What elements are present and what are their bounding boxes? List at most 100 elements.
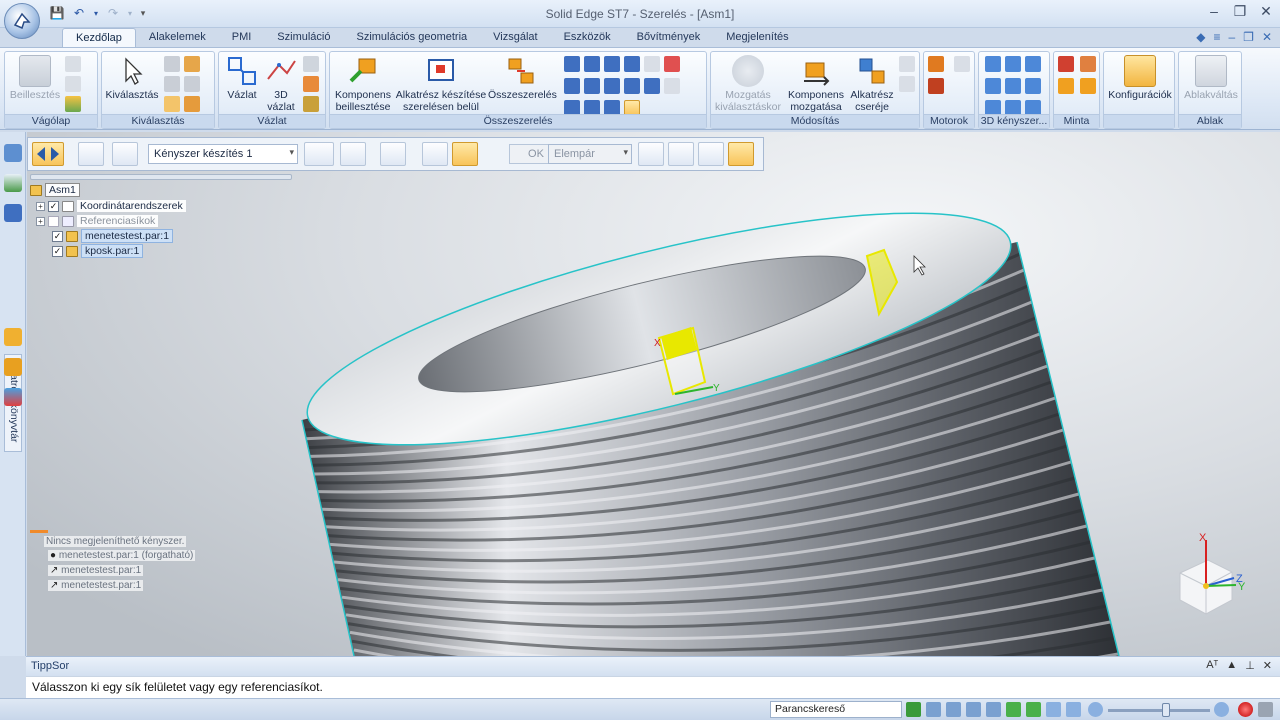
axial-align-icon[interactable] [604,56,620,72]
sketch-tool-1-icon[interactable] [303,56,319,72]
relation-3-icon[interactable] [1025,56,1041,72]
help-diamond-icon[interactable]: ◆ [1196,30,1205,44]
assemble-button[interactable]: Összeszerelés [488,55,557,101]
relationship-type-button[interactable] [32,142,64,166]
create-in-place-button[interactable]: Alkatrész készítése szerelésen belül [394,55,488,113]
face-select-button[interactable] [112,142,138,166]
sensors-tab-icon[interactable] [4,388,22,406]
record-icon[interactable] [1238,702,1253,717]
tangent-icon[interactable] [604,78,620,94]
insert-icon[interactable] [624,56,640,72]
tab-pmi[interactable]: PMI [219,28,265,48]
select-button[interactable]: Kiválasztás [104,55,160,101]
pattern-icon[interactable] [1058,56,1074,72]
pane-splitter[interactable] [30,174,292,180]
restore-icon[interactable]: ❐ [1232,3,1248,20]
options-button[interactable] [340,142,366,166]
pan-icon[interactable] [986,702,1001,717]
switch-window-button[interactable]: Ablakváltás [1179,55,1243,101]
cut-icon[interactable] [65,56,81,72]
connect-icon[interactable] [564,78,580,94]
collapse-icon[interactable]: ▲ [1226,659,1237,672]
view-orient-icon[interactable] [1026,702,1041,717]
accept-button[interactable] [728,142,754,166]
relation-1-icon[interactable] [985,56,1001,72]
expand-icon[interactable]: + [36,201,45,211]
relationship-dropdown[interactable]: Kényszer készítés 1 ▾ [148,144,298,164]
paint-icon[interactable] [65,96,81,112]
tab-szimulacio[interactable]: Szimuláció [264,28,343,48]
part-select-button[interactable] [78,142,104,166]
font-size-icon[interactable]: Aᵀ [1206,659,1218,672]
visibility-checkbox[interactable] [48,215,59,227]
fit-icon[interactable] [966,702,981,717]
zoom-icon[interactable] [946,702,961,717]
tree-item-kposk[interactable]: ✓ kposk.par:1 [52,244,144,258]
copy-icon[interactable] [65,76,81,92]
select-arrow-small-icon[interactable] [164,96,180,112]
insert-component-button[interactable]: Komponens beillesztése [332,55,394,113]
select-part-icon[interactable] [184,56,200,72]
minimize-icon[interactable]: – [1206,3,1222,20]
threaded-cylinder-model[interactable]: Y X [27,132,1280,656]
relationship-item[interactable]: ● menetestest.par:1 (forgatható) [48,550,196,561]
status-menu-icon[interactable] [1258,702,1273,717]
visibility-checkbox[interactable]: ✓ [52,245,63,257]
application-button[interactable] [4,3,40,39]
tab-bovitmenyek[interactable]: Bővítmények [624,28,714,48]
place-part-button[interactable] [380,142,406,166]
view-cube-triad[interactable]: X Z Y [1170,528,1260,618]
select-target-step-button[interactable] [452,142,478,166]
go-icon[interactable] [906,702,921,717]
configurations-button[interactable]: Konfigurációk [1106,55,1174,101]
features-tab-icon[interactable] [4,204,22,222]
zoom-area-icon[interactable] [926,702,941,717]
select-box-icon[interactable] [164,76,180,92]
sketch3d-button[interactable]: 3D vázlat [263,55,299,113]
zoom-slider-track[interactable] [1108,709,1210,712]
sketch-tool-2-icon[interactable] [303,76,319,92]
tab-megjelenites[interactable]: Megjelenítés [713,28,801,48]
gear-relation-icon[interactable] [644,78,660,94]
flip-button[interactable] [638,142,664,166]
expand-icon[interactable]: + [36,216,45,226]
select-tools-tab-icon[interactable] [4,358,22,376]
zoom-in-icon[interactable] [1214,702,1229,717]
visibility-checkbox[interactable]: ✓ [48,200,59,212]
zoom-out-icon[interactable] [1088,702,1103,717]
shading-icon[interactable] [1066,702,1081,717]
relation-4-icon[interactable] [985,78,1001,94]
replace-part-button[interactable]: Alkatrész cseréje [849,55,895,113]
filter-icon[interactable] [164,56,180,72]
cam-icon[interactable] [624,78,640,94]
tab-szimulacios-geometria[interactable]: Szimulációs geometria [343,28,480,48]
options-icon[interactable]: ≡ [1213,30,1220,44]
parallel-icon[interactable] [664,56,680,72]
sketch-button[interactable]: Vázlat [221,55,263,101]
family-tab-icon[interactable] [4,328,22,346]
graphics-viewport[interactable]: Y X [27,132,1280,656]
rotate-icon[interactable] [1006,702,1021,717]
paste-button[interactable]: Beillesztés [9,55,61,101]
planar-align-icon[interactable] [584,56,600,72]
tab-kezdolap[interactable]: Kezdőlap [62,28,136,48]
zoom-slider-thumb[interactable] [1162,703,1170,717]
relationship-item[interactable]: ↗ menetestest.par:1 [48,565,144,576]
offset-type-button[interactable] [304,142,334,166]
tree-item-referenciasikok[interactable]: + Referenciasíkok [36,214,159,228]
tab-alakelemek[interactable]: Alakelemek [136,28,219,48]
relation-5-icon[interactable] [1005,78,1021,94]
layers-tab-icon[interactable] [4,174,22,192]
mate-icon[interactable] [564,56,580,72]
doc-restore-icon[interactable]: ❐ [1243,30,1254,44]
close-icon[interactable]: ✕ [1263,659,1272,672]
tree-item-koordinatarendszerek[interactable]: + ✓ Koordinátarendszerek [36,199,186,213]
angle-icon[interactable] [584,78,600,94]
construction-button[interactable] [698,142,724,166]
pathfinder-tab-icon[interactable] [4,144,22,162]
sketch-tool-3-icon[interactable] [303,96,319,112]
doc-close-icon[interactable]: ✕ [1262,30,1272,44]
tab-vizsgalat[interactable]: Vizsgálat [480,28,550,48]
command-finder-input[interactable]: Parancskereső [770,701,902,718]
tab-eszkozok[interactable]: Eszközök [551,28,624,48]
